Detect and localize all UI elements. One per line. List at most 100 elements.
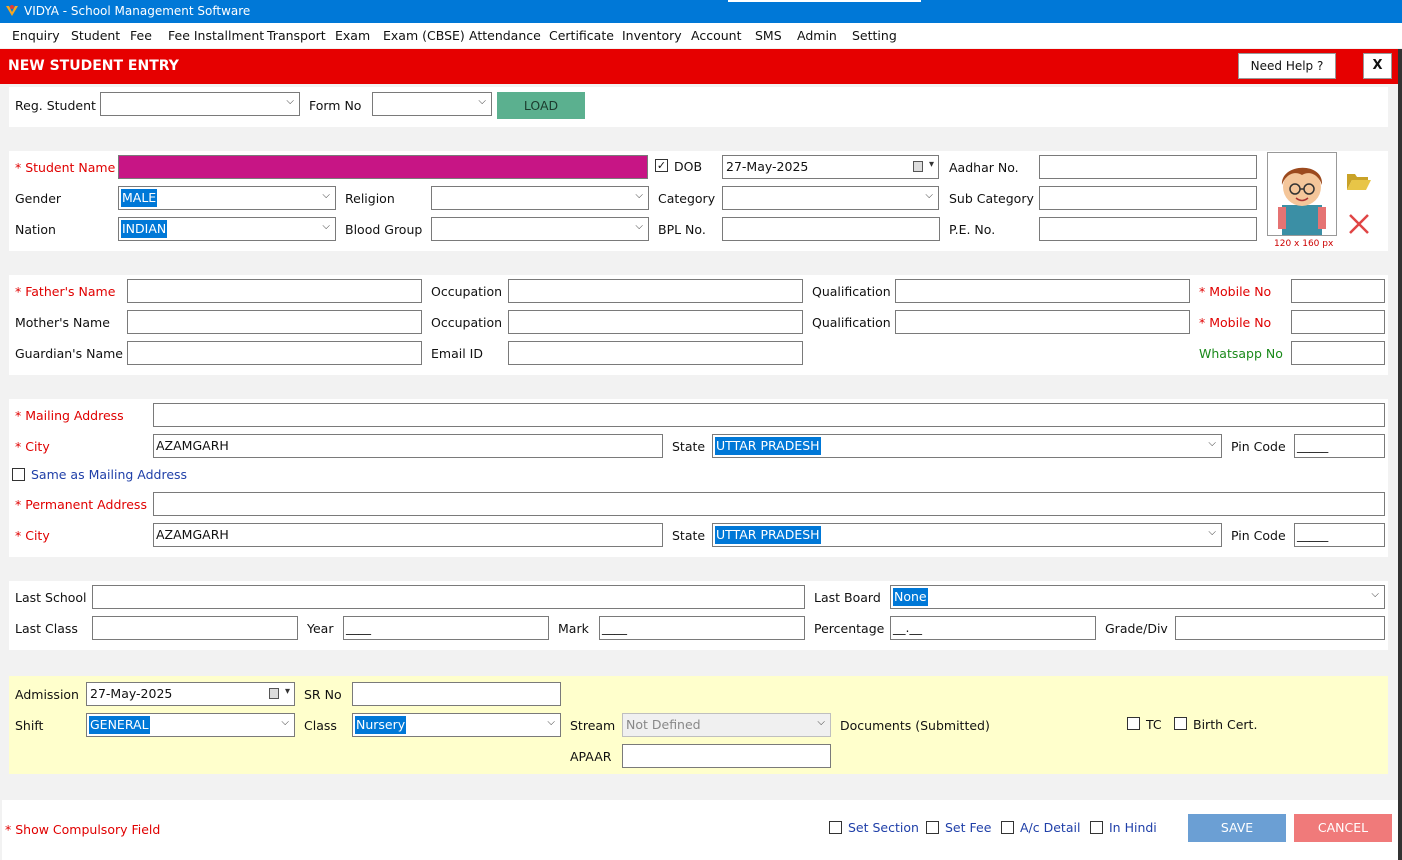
last-class-input[interactable] xyxy=(92,616,298,640)
father-qualification-input[interactable] xyxy=(895,279,1190,303)
nation-label: Nation xyxy=(15,222,56,237)
close-button[interactable]: X xyxy=(1363,53,1392,79)
menu-student[interactable]: Student xyxy=(71,28,120,43)
class-select[interactable]: Nursery ⌵ xyxy=(352,713,561,737)
mark-label: Mark xyxy=(558,621,589,636)
grade-input[interactable] xyxy=(1175,616,1385,640)
menu-sms[interactable]: SMS xyxy=(755,28,782,43)
mother-occupation-input[interactable] xyxy=(508,310,803,334)
mobile-2-input[interactable] xyxy=(1291,310,1385,334)
mailing-city-label: * City xyxy=(15,439,50,454)
menu-admin[interactable]: Admin xyxy=(797,28,837,43)
in-hindi-label[interactable]: In Hindi xyxy=(1109,820,1157,835)
aadhar-input[interactable] xyxy=(1039,155,1257,179)
percentage-input[interactable]: __.__ xyxy=(890,616,1096,640)
mother-qualification-label: Qualification xyxy=(812,315,891,330)
delete-photo-icon[interactable] xyxy=(1348,213,1370,235)
dob-checkbox[interactable]: ✓ xyxy=(655,159,668,172)
father-occupation-input[interactable] xyxy=(508,279,803,303)
year-input[interactable]: ____ xyxy=(343,616,549,640)
menu-account[interactable]: Account xyxy=(691,28,741,43)
tc-checkbox[interactable] xyxy=(1127,717,1140,730)
email-input[interactable] xyxy=(508,341,803,365)
mailing-pin-input[interactable]: _____ xyxy=(1294,434,1385,458)
stream-label: Stream xyxy=(570,718,616,733)
shift-select[interactable]: GENERAL ⌵ xyxy=(86,713,295,737)
sr-no-input[interactable] xyxy=(352,682,561,706)
student-name-input[interactable] xyxy=(118,155,648,179)
menu-inventory[interactable]: Inventory xyxy=(622,28,682,43)
menu-enquiry[interactable]: Enquiry xyxy=(12,28,60,43)
nation-select[interactable]: INDIAN ⌵ xyxy=(118,217,336,241)
religion-select[interactable]: ⌵ xyxy=(431,186,649,210)
reg-student-select[interactable]: ⌵ xyxy=(100,92,300,116)
menu-setting[interactable]: Setting xyxy=(852,28,897,43)
menu-fee-installment[interactable]: Fee Installment xyxy=(168,28,264,43)
mother-occupation-label: Occupation xyxy=(431,315,503,330)
stream-select[interactable]: Not Defined ⌵ xyxy=(622,713,831,737)
ac-detail-checkbox[interactable] xyxy=(1001,821,1014,834)
set-fee-label[interactable]: Set Fee xyxy=(945,820,991,835)
mother-qualification-input[interactable] xyxy=(895,310,1190,334)
permanent-pin-input[interactable]: _____ xyxy=(1294,523,1385,547)
blood-group-select[interactable]: ⌵ xyxy=(431,217,649,241)
whatsapp-input[interactable] xyxy=(1291,341,1385,365)
father-occupation-label: Occupation xyxy=(431,284,503,299)
dob-date-picker[interactable]: 27-May-2025 ▾ xyxy=(722,155,939,179)
menu-exam[interactable]: Exam xyxy=(335,28,370,43)
mailing-state-select[interactable]: UTTAR PRADESH ⌵ xyxy=(712,434,1222,458)
set-fee-checkbox[interactable] xyxy=(926,821,939,834)
mother-name-label: Mother's Name xyxy=(15,315,110,330)
mark-input[interactable]: ____ xyxy=(599,616,805,640)
gender-select[interactable]: MALE ⌵ xyxy=(118,186,336,210)
menu-attendance[interactable]: Attendance xyxy=(469,28,541,43)
save-button[interactable]: SAVE xyxy=(1188,814,1286,842)
last-school-input[interactable] xyxy=(92,585,805,609)
sr-no-label: SR No xyxy=(304,687,342,702)
guardian-name-input[interactable] xyxy=(127,341,422,365)
ac-detail-label[interactable]: A/c Detail xyxy=(1020,820,1080,835)
mailing-city-input[interactable]: AZAMGARH xyxy=(153,434,663,458)
chevron-down-icon: ▾ xyxy=(284,686,290,697)
father-name-input[interactable] xyxy=(127,279,422,303)
menu-fee[interactable]: Fee xyxy=(130,28,152,43)
sub-category-input[interactable] xyxy=(1039,186,1257,210)
need-help-button[interactable]: Need Help ? xyxy=(1238,53,1336,79)
folder-open-icon[interactable] xyxy=(1346,170,1372,192)
pe-input[interactable] xyxy=(1039,217,1257,241)
in-hindi-checkbox[interactable] xyxy=(1090,821,1103,834)
load-button[interactable]: LOAD xyxy=(497,92,585,119)
mailing-state-label: State xyxy=(672,439,706,454)
menu-exam-cbse[interactable]: Exam (CBSE) xyxy=(383,28,465,43)
form-no-label: Form No xyxy=(309,98,362,113)
blood-group-label: Blood Group xyxy=(345,222,423,237)
permanent-address-input[interactable] xyxy=(153,492,1385,516)
same-address-checkbox[interactable] xyxy=(12,468,25,481)
same-address-label[interactable]: Same as Mailing Address xyxy=(31,467,187,482)
student-photo[interactable] xyxy=(1267,152,1337,236)
apaar-input[interactable] xyxy=(622,744,831,768)
birth-cert-checkbox[interactable] xyxy=(1174,717,1187,730)
last-board-label: Last Board xyxy=(814,590,881,605)
cancel-button[interactable]: CANCEL xyxy=(1294,814,1392,842)
chevron-down-icon: ⌵ xyxy=(322,190,330,201)
permanent-city-input[interactable]: AZAMGARH xyxy=(153,523,663,547)
category-select[interactable]: ⌵ xyxy=(722,186,939,210)
mailing-address-input[interactable] xyxy=(153,403,1385,427)
title-highlight xyxy=(728,0,921,2)
menu-certificate[interactable]: Certificate xyxy=(549,28,614,43)
set-section-label[interactable]: Set Section xyxy=(848,820,919,835)
permanent-state-select[interactable]: UTTAR PRADESH ⌵ xyxy=(712,523,1222,547)
guardian-name-label: Guardian's Name xyxy=(15,346,123,361)
menu-transport[interactable]: Transport xyxy=(267,28,326,43)
mobile-1-label: * Mobile No xyxy=(1199,284,1272,299)
form-no-select[interactable]: ⌵ xyxy=(372,92,492,116)
bpl-input[interactable] xyxy=(722,217,940,241)
whatsapp-label: Whatsapp No xyxy=(1199,346,1283,361)
last-board-select[interactable]: None ⌵ xyxy=(890,585,1385,609)
title-bar: VIDYA - School Management Software xyxy=(0,0,1402,23)
mother-name-input[interactable] xyxy=(127,310,422,334)
admission-date-picker[interactable]: 27-May-2025 ▾ xyxy=(86,682,295,706)
set-section-checkbox[interactable] xyxy=(829,821,842,834)
mobile-1-input[interactable] xyxy=(1291,279,1385,303)
